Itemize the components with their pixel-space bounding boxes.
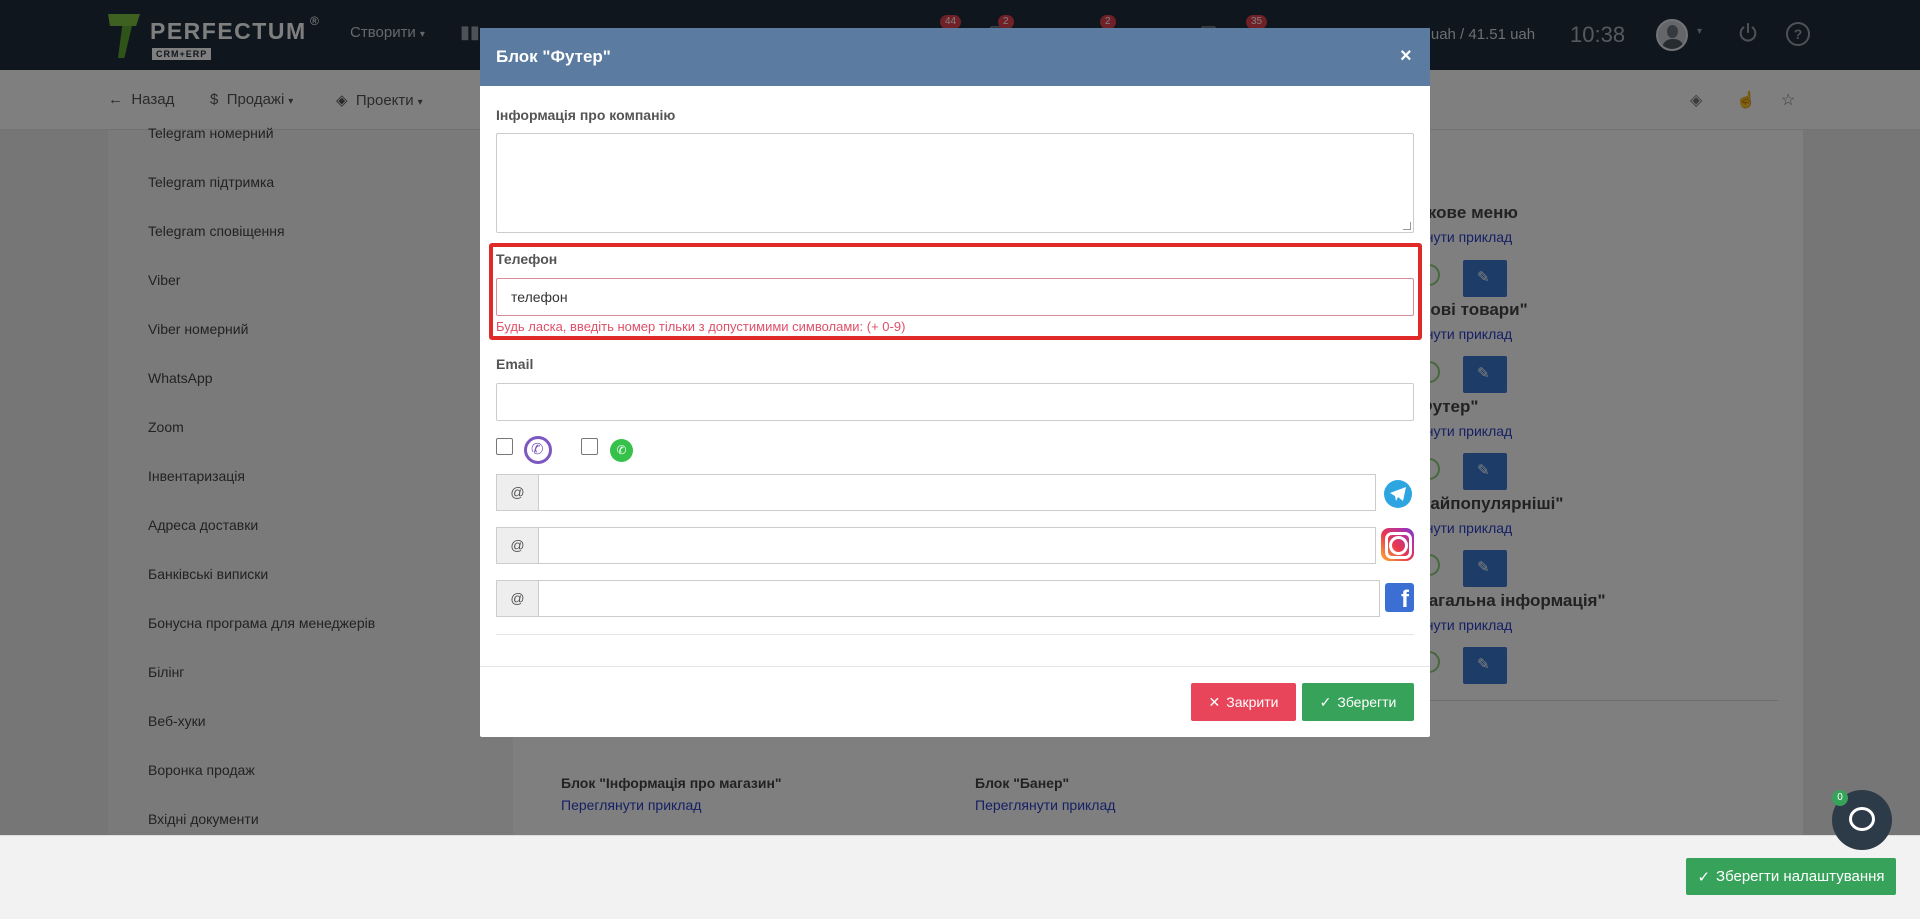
footer-block-modal: Блок "Футер" × Інформація про компанію Т…	[480, 28, 1430, 737]
phone-input[interactable]	[496, 278, 1414, 316]
whatsapp-icon: ✆	[610, 439, 633, 462]
instagram-icon	[1381, 528, 1414, 561]
chat-icon	[1849, 807, 1875, 831]
chat-badge: 0	[1832, 790, 1848, 806]
close-button-label: Закрити	[1226, 694, 1279, 710]
check-icon: ✓	[1697, 868, 1711, 886]
close-icon[interactable]: ×	[1400, 45, 1412, 68]
divider	[480, 666, 1430, 667]
modal-title: Блок "Футер"	[496, 47, 611, 66]
at-addon: @	[496, 527, 538, 564]
phone-error-message: Будь ласка, введіть номер тільки з допус…	[496, 319, 906, 334]
save-button-label: Зберегти	[1337, 694, 1397, 710]
modal-header: Блок "Футер" ×	[480, 28, 1430, 86]
check-icon: ✓	[1319, 693, 1332, 710]
close-icon: ✕	[1208, 693, 1221, 710]
facebook-icon: f	[1385, 583, 1414, 612]
company-info-label: Інформація про компанію	[496, 107, 676, 123]
divider	[496, 634, 1414, 635]
save-button[interactable]: ✓ Зберегти	[1302, 683, 1414, 721]
at-addon: @	[496, 580, 538, 617]
bottom-action-bar	[0, 835, 1920, 919]
viber-checkbox[interactable]	[496, 438, 513, 455]
close-button[interactable]: ✕ Закрити	[1191, 683, 1296, 721]
save-settings-label: Зберегти налаштування	[1716, 868, 1885, 885]
resize-grip-icon[interactable]	[1403, 222, 1411, 230]
company-info-textarea[interactable]	[496, 133, 1414, 233]
phone-label: Телефон	[496, 251, 558, 267]
instagram-input[interactable]	[538, 527, 1376, 564]
save-settings-button[interactable]: ✓ Зберегти налаштування	[1686, 858, 1896, 895]
email-label: Email	[496, 356, 534, 372]
telegram-input[interactable]	[538, 474, 1376, 511]
facebook-input[interactable]	[538, 580, 1380, 617]
viber-icon	[524, 436, 552, 464]
at-addon: @	[496, 474, 538, 511]
whatsapp-checkbox[interactable]	[581, 438, 598, 455]
email-input[interactable]	[496, 383, 1414, 421]
telegram-icon	[1384, 480, 1412, 508]
